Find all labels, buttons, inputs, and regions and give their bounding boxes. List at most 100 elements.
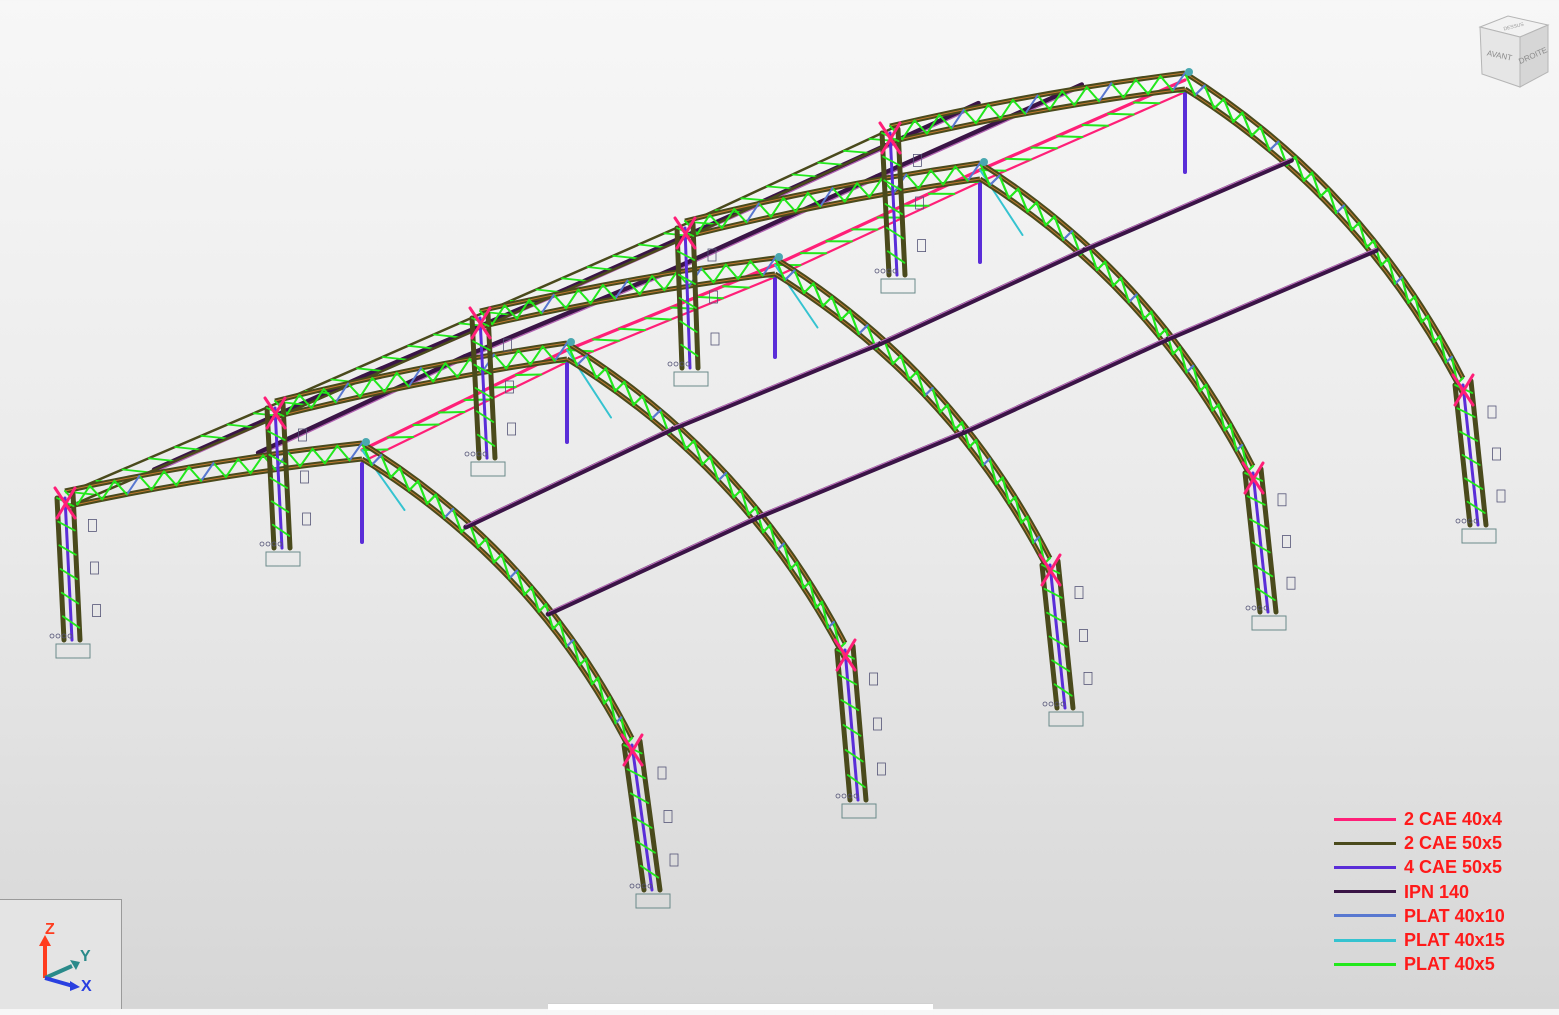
rafter-lacing: [634, 396, 643, 405]
rafter-lacing: [1063, 231, 1072, 240]
ridge-lacing: [619, 329, 645, 330]
rafter-lacing: [1111, 83, 1123, 97]
ipn-purlin: [1085, 160, 1292, 249]
rafter-chord-edge: [567, 359, 845, 659]
axis-x-label: X: [81, 978, 92, 996]
legend-item: 2 CAE 50x5: [1334, 831, 1549, 855]
legend-label: 4 CAE 50x5: [1404, 857, 1502, 877]
support-node: [674, 362, 678, 366]
rafter-chord-edge: [775, 274, 1050, 574]
support-node: [56, 634, 60, 638]
legend-swatch: [1334, 866, 1396, 869]
base-plate: [842, 804, 876, 818]
base-plate: [1462, 529, 1496, 543]
rafter-chord: [567, 359, 845, 659]
rafter-lacing: [726, 265, 738, 279]
support-node: [636, 884, 640, 888]
rafter-lacing: [701, 268, 713, 282]
ridge-lacing: [1083, 125, 1109, 126]
rafter-lacing: [931, 170, 943, 184]
ridge-lacing: [645, 318, 671, 319]
rafter-lacing: [1129, 295, 1137, 303]
rafter-lacing: [1304, 173, 1312, 181]
support-node: [1462, 519, 1466, 523]
load-marker: [91, 562, 99, 574]
load-marker: [670, 854, 678, 866]
legend-swatch: [1334, 890, 1396, 893]
rafter-lacing: [1097, 262, 1105, 270]
rafter-lacing: [841, 311, 850, 320]
ridge-lacing: [413, 425, 439, 426]
rafter-lacing: [1320, 189, 1328, 197]
rafter-lacing: [1367, 240, 1374, 247]
portal-frame: [465, 253, 1092, 726]
view-cube[interactable]: DESSUS AVANT DROITE: [1474, 12, 1554, 94]
support-node: [881, 269, 885, 273]
base-plate: [1049, 712, 1083, 726]
load-marker: [711, 333, 719, 345]
rafter-lacing: [983, 459, 990, 466]
eave-lacing: [767, 186, 793, 188]
rafter-lacing: [509, 571, 517, 579]
eave-strut: [280, 326, 485, 416]
3d-viewport[interactable]: [0, 0, 1559, 1009]
ridge-node: [775, 253, 783, 261]
support-node: [836, 794, 840, 798]
rafter-chord-edge: [980, 179, 1253, 482]
load-marker: [1488, 406, 1496, 418]
rafter-lacing: [1159, 329, 1166, 336]
axis-triad: Z Y X: [0, 899, 122, 1009]
rafter-lacing: [804, 283, 814, 293]
rafter-lacing: [969, 440, 976, 447]
load-marker: [664, 811, 672, 823]
rafter-lacing: [1187, 366, 1194, 373]
load-marker: [1493, 448, 1501, 460]
rafter-lacing: [763, 525, 770, 532]
rafter-lacing: [988, 105, 1000, 119]
base-plate: [266, 552, 300, 566]
legend-item: 4 CAE 50x5: [1334, 855, 1549, 879]
legend-item: PLAT 40x5: [1334, 952, 1549, 976]
rafter-lacing: [1395, 277, 1402, 284]
ipn-purlin: [964, 339, 1168, 432]
cube-icon: DESSUS AVANT DROITE: [1474, 12, 1554, 94]
base-plate: [56, 644, 90, 658]
support-node: [50, 634, 54, 638]
rafter-lacing: [189, 467, 201, 481]
eave-lacing: [844, 151, 870, 153]
ipn-purlin-edge: [548, 515, 758, 612]
base-plate: [471, 462, 505, 476]
rafter-lacing: [777, 544, 784, 551]
ridge-lacing: [1006, 159, 1032, 160]
rafter-lacing: [1087, 87, 1099, 101]
support-node: [465, 452, 469, 456]
eave-lacing: [793, 175, 819, 177]
rafter-lacing: [567, 640, 574, 647]
front-column: [1471, 381, 1486, 525]
portal-frame: [875, 68, 1505, 543]
support-node: [842, 794, 846, 798]
rafter-lacing: [139, 476, 151, 490]
ridge-lacing: [697, 297, 723, 298]
rafter-lacing: [1144, 312, 1151, 319]
rafter-chord: [1185, 89, 1463, 394]
rafter-lacing: [1046, 217, 1055, 226]
ridge-lacing: [1057, 136, 1083, 137]
load-marker: [658, 767, 666, 779]
rafter-lacing: [791, 563, 798, 570]
rafter-lacing: [1173, 347, 1180, 354]
load-marker: [301, 471, 309, 483]
rafter-lacing: [1028, 202, 1037, 211]
rafter-lacing: [615, 382, 624, 391]
axis-triad-icon: [0, 900, 122, 1010]
rafter-chord: [775, 274, 1050, 574]
rafter-lacing: [494, 355, 506, 369]
ridge-lacing: [1108, 114, 1134, 115]
legend-item: PLAT 40x15: [1334, 928, 1549, 952]
base-plate: [674, 372, 708, 386]
ridge-node: [980, 158, 988, 166]
rafter-lacing: [313, 449, 325, 464]
rafter-lacing: [164, 471, 176, 485]
ipn-purlin: [258, 356, 465, 453]
support-node: [1246, 606, 1250, 610]
